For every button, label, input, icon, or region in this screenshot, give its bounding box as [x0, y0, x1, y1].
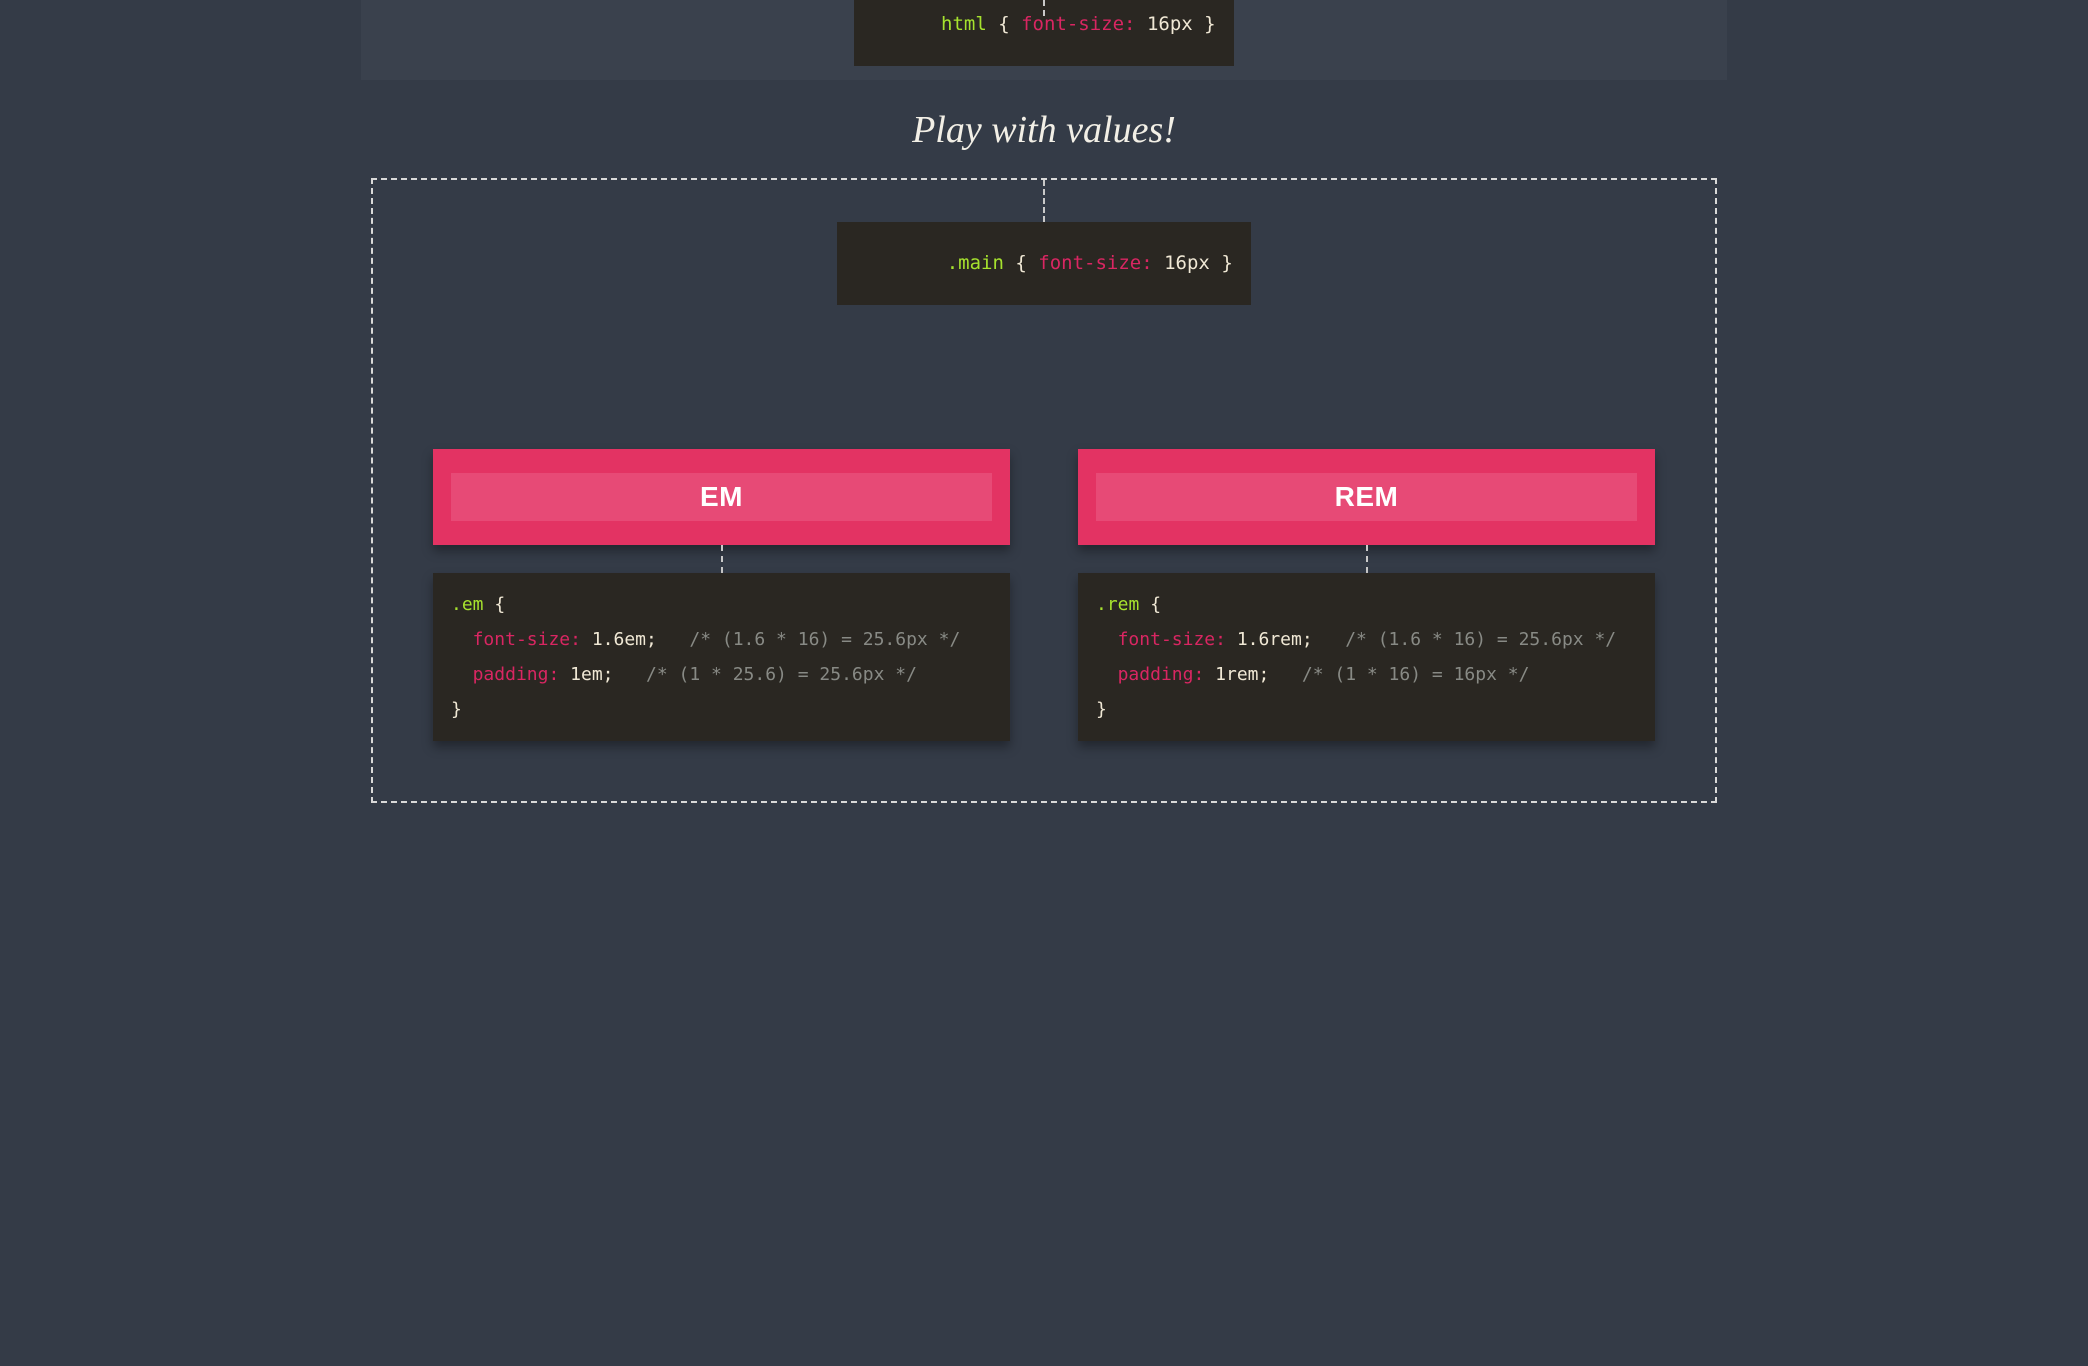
code-line: .rem {: [1096, 587, 1637, 622]
brace-close: }: [1193, 13, 1216, 35]
page-title: Play with values!: [361, 108, 1727, 152]
em-label: EM: [451, 473, 992, 521]
prop-font-size: font-size:: [1038, 252, 1152, 274]
selector-main: .main: [947, 252, 1004, 274]
selector-html: html: [941, 13, 987, 35]
main-container: .main { font-size: 16px } EM .em { font-…: [371, 178, 1717, 803]
selector-em: .em: [451, 594, 484, 615]
connector-line-rem: [1366, 545, 1368, 573]
code-line: font-size: 1.6em; /* (1.6 * 16) = 25.6px…: [451, 622, 992, 657]
connector-line-em: [721, 545, 723, 573]
em-card: EM: [433, 449, 1010, 545]
rem-code-block: .rem { font-size: 1.6rem; /* (1.6 * 16) …: [1078, 573, 1655, 741]
code-line: font-size: 1.6rem; /* (1.6 * 16) = 25.6p…: [1096, 622, 1637, 657]
value-16px: 16px: [1164, 252, 1210, 274]
em-column: EM .em { font-size: 1.6em; /* (1.6 * 16)…: [433, 449, 1010, 741]
rem-label: REM: [1096, 473, 1637, 521]
code-line: padding: 1rem; /* (1 * 16) = 16px */: [1096, 657, 1637, 692]
value-16px: 16px: [1147, 13, 1193, 35]
brace-open: {: [987, 13, 1021, 35]
selector-rem: .rem: [1096, 594, 1139, 615]
prop-font-size: font-size:: [1021, 13, 1135, 35]
rem-column: REM .rem { font-size: 1.6rem; /* (1.6 * …: [1078, 449, 1655, 741]
em-code-block: .em { font-size: 1.6em; /* (1.6 * 16) = …: [433, 573, 1010, 741]
main-rule-code: .main { font-size: 16px }: [837, 222, 1251, 305]
main-rule-wrap: .main { font-size: 16px }: [433, 180, 1655, 319]
code-line: padding: 1em; /* (1 * 25.6) = 25.6px */: [451, 657, 992, 692]
code-line: }: [1096, 692, 1637, 727]
rem-card: REM: [1078, 449, 1655, 545]
code-line: }: [451, 692, 992, 727]
code-line: .em {: [451, 587, 992, 622]
connector-line-top: [1043, 0, 1045, 16]
page: html { font-size: 16px } Play with value…: [361, 0, 1727, 803]
top-strip: html { font-size: 16px }: [361, 0, 1727, 80]
columns: EM .em { font-size: 1.6em; /* (1.6 * 16)…: [433, 449, 1655, 741]
